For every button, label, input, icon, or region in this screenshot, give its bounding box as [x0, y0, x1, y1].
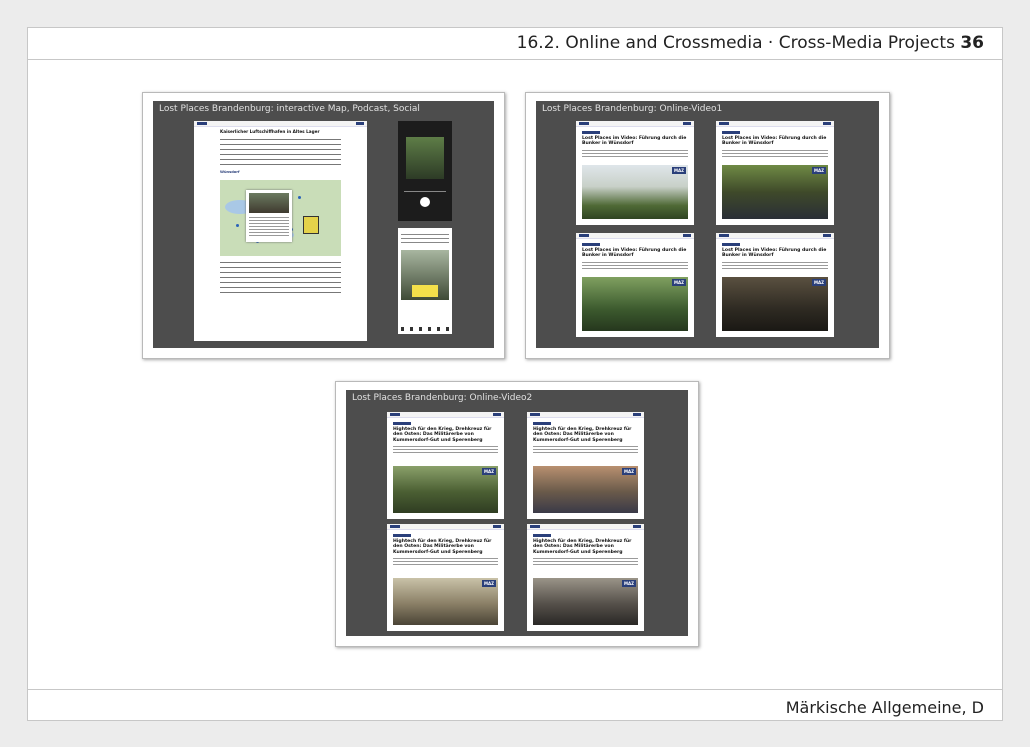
panel-online-video2: Lost Places Brandenburg: Online-Video2 H…	[335, 381, 699, 647]
panel-online-video1: Lost Places Brandenburg: Online-Video1 L…	[525, 92, 890, 359]
maz-logo: MAZ	[812, 279, 826, 286]
panel-title: Lost Places Brandenburg: Online-Video2	[352, 393, 533, 403]
post-label	[412, 285, 438, 297]
panel-title: Lost Places Brandenburg: interactive Map…	[159, 104, 420, 114]
region-marker	[303, 215, 319, 234]
video-headline: Lost Places im Video: Führung durch die …	[722, 248, 827, 259]
map-popup	[246, 189, 292, 242]
maz-logo: MAZ	[482, 468, 496, 475]
video-thumbnail[interactable]: MAZ	[722, 277, 828, 331]
panel-background: Lost Places Brandenburg: interactive Map…	[153, 101, 494, 348]
article-screenshot: Kaiserlicher Luftschiffhafen in Altes La…	[194, 121, 367, 341]
panel-map-podcast-social: Lost Places Brandenburg: interactive Map…	[142, 92, 505, 359]
video-headline: Hightech für den Krieg, Drehkreuz für de…	[533, 427, 632, 443]
video-screenshot: Lost Places im Video: Führung durch die …	[716, 121, 834, 225]
header-title: 16.2. Online and Crossmedia · Cross-Medi…	[516, 33, 955, 53]
video-thumbnail[interactable]: MAZ	[722, 165, 828, 219]
maz-logo: MAZ	[482, 580, 496, 587]
interactive-map[interactable]	[220, 179, 341, 256]
article-headline: Kaiserlicher Luftschiffhafen in Altes La…	[220, 129, 320, 134]
video-headline: Hightech für den Krieg, Drehkreuz für de…	[393, 427, 492, 443]
podcast-cover	[406, 137, 444, 179]
video-screenshot: Lost Places im Video: Führung durch die …	[576, 233, 694, 337]
maz-logo: MAZ	[812, 167, 826, 174]
video-screenshot: Lost Places im Video: Führung durch die …	[716, 233, 834, 337]
podcast-phone-screenshot	[398, 121, 452, 221]
maz-logo: MAZ	[672, 279, 686, 286]
maz-logo: MAZ	[622, 468, 636, 475]
social-phone-screenshot	[398, 228, 452, 334]
video-headline: Lost Places im Video: Führung durch die …	[582, 136, 687, 147]
panel-background: Lost Places Brandenburg: Online-Video2 H…	[346, 390, 688, 636]
video-screenshot: Hightech für den Krieg, Drehkreuz für de…	[387, 524, 504, 631]
video-headline: Hightech für den Krieg, Drehkreuz für de…	[533, 539, 632, 555]
video-screenshot: Hightech für den Krieg, Drehkreuz für de…	[527, 412, 644, 519]
video-screenshot: Lost Places im Video: Führung durch die …	[576, 121, 694, 225]
map-label: Wünsdorf	[220, 170, 240, 175]
header-divider	[28, 59, 1002, 60]
page-header: 16.2. Online and Crossmedia · Cross-Medi…	[517, 33, 984, 53]
maz-logo: MAZ	[622, 580, 636, 587]
panel-title: Lost Places Brandenburg: Online-Video1	[542, 104, 723, 114]
video-thumbnail[interactable]: MAZ	[393, 466, 498, 513]
maz-logo: MAZ	[672, 167, 686, 174]
video-headline: Hightech für den Krieg, Drehkreuz für de…	[393, 539, 492, 555]
page-footer: Märkische Allgemeine, D	[785, 698, 984, 717]
page-number: 36	[960, 33, 984, 53]
video-thumbnail[interactable]: MAZ	[582, 277, 688, 331]
video-screenshot: Hightech für den Krieg, Drehkreuz für de…	[527, 524, 644, 631]
video-thumbnail[interactable]: MAZ	[582, 165, 688, 219]
video-thumbnail[interactable]: MAZ	[533, 578, 638, 625]
video-screenshot: Hightech für den Krieg, Drehkreuz für de…	[387, 412, 504, 519]
video-headline: Lost Places im Video: Führung durch die …	[582, 248, 687, 259]
panel-background: Lost Places Brandenburg: Online-Video1 L…	[536, 101, 879, 348]
video-headline: Lost Places im Video: Führung durch die …	[722, 136, 827, 147]
video-thumbnail[interactable]: MAZ	[533, 466, 638, 513]
social-icons	[401, 327, 449, 331]
page-frame: 16.2. Online and Crossmedia · Cross-Medi…	[27, 27, 1003, 721]
footer-divider	[28, 689, 1002, 690]
play-icon[interactable]	[420, 197, 430, 207]
video-thumbnail[interactable]: MAZ	[393, 578, 498, 625]
